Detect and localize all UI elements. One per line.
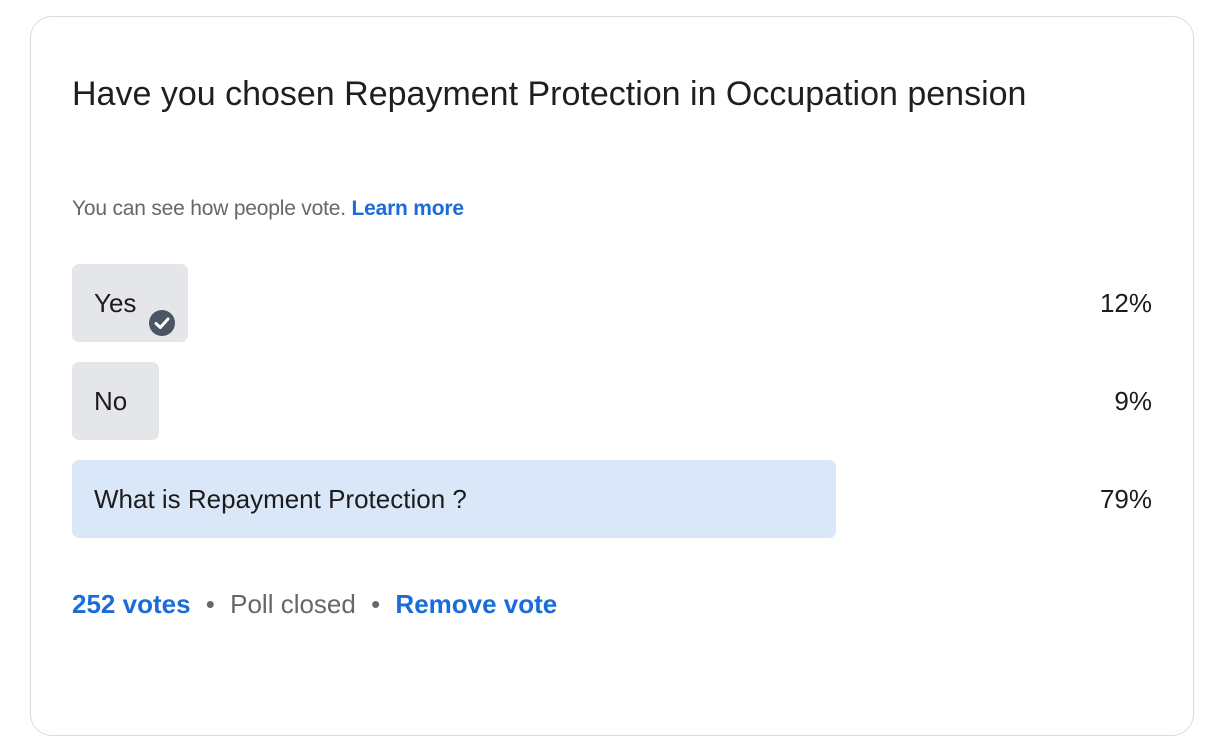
visibility-note-text: You can see how people vote. [72, 197, 346, 220]
poll-card: Have you chosen Repayment Protection in … [30, 16, 1194, 736]
option-label-wrap: What is Repayment Protection ? [94, 460, 467, 538]
poll-option-yes[interactable]: Yes 12% [72, 264, 1152, 342]
separator-dot: • [371, 589, 381, 619]
option-label-wrap: No [94, 362, 127, 440]
option-percent: 12% [1099, 288, 1152, 318]
option-label: No [94, 386, 128, 416]
separator-dot: • [205, 589, 215, 619]
option-label: Yes [94, 288, 137, 318]
remove-vote-link[interactable]: Remove vote [395, 589, 557, 619]
poll-visibility-note: You can see how people vote. Learn more [72, 193, 464, 225]
option-label: What is Repayment Protection ? [94, 484, 467, 514]
learn-more-link[interactable]: Learn more [351, 197, 464, 220]
vote-count-link[interactable]: 252 votes [72, 589, 191, 619]
option-percent: 9% [1114, 386, 1152, 416]
poll-footer: 252 votes • Poll closed • Remove vote [72, 584, 557, 624]
option-label-wrap: Yes [94, 264, 176, 342]
poll-option-no[interactable]: No 9% [72, 362, 1152, 440]
poll-status: Poll closed [230, 589, 356, 619]
check-circle-icon [148, 289, 176, 336]
poll-option-what-is-repayment-protection[interactable]: What is Repayment Protection ? 79% [72, 460, 1152, 538]
poll-question: Have you chosen Repayment Protection in … [72, 75, 1027, 113]
option-percent: 79% [1099, 484, 1152, 514]
